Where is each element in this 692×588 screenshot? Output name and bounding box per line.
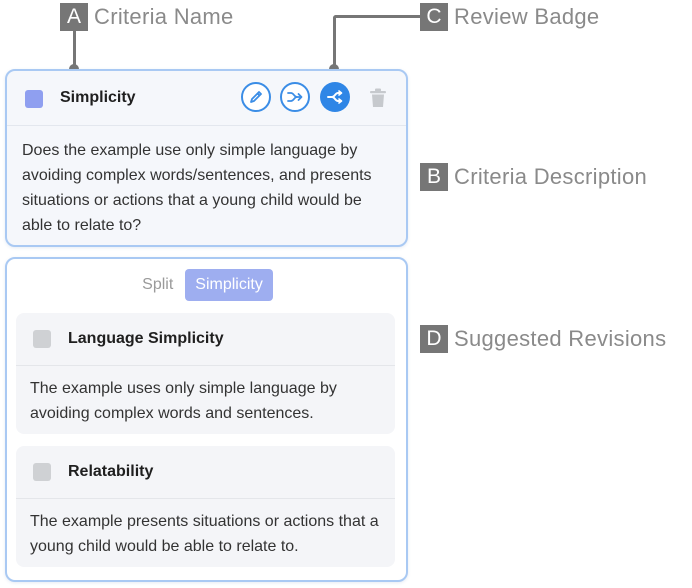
suggestion-header: Relatability [16, 446, 395, 499]
callout-text: Criteria Name [94, 4, 234, 29]
suggestion-card: Language Simplicity The example uses onl… [16, 313, 395, 434]
callout-letter: A [60, 3, 88, 31]
callout-letter: B [420, 163, 448, 191]
criteria-card: Simplicity Does the example use only sim… [5, 69, 408, 247]
merge-button[interactable] [280, 82, 310, 112]
merge-icon [287, 92, 303, 102]
callout-suggested-revisions: D Suggested Revisions [420, 325, 666, 353]
suggestion-title: Language Simplicity [68, 330, 224, 347]
suggestion-checkbox[interactable] [33, 330, 51, 348]
suggestion-text: The example uses only simple language by… [30, 380, 337, 422]
suggested-revisions-card: Split Simplicity Language Simplicity The… [5, 257, 408, 582]
edit-button[interactable] [241, 82, 271, 112]
revision-tabs: Split Simplicity [7, 269, 406, 301]
criteria-name: Simplicity [60, 89, 136, 106]
connector-line [333, 15, 336, 65]
callout-text: Review Badge [454, 4, 600, 29]
split-button[interactable] [320, 82, 350, 112]
criteria-description: Does the example use only simple languag… [22, 142, 372, 234]
criteria-header: Simplicity [7, 71, 406, 126]
edit-icon [250, 91, 262, 103]
connector-line [345, 15, 420, 18]
suggestion-header: Language Simplicity [16, 313, 395, 366]
callout-review-badge: C Review Badge [420, 3, 599, 31]
suggestion-checkbox[interactable] [33, 463, 51, 481]
tab-split[interactable]: Split [140, 269, 175, 301]
suggestion-card: Relatability The example presents situat… [16, 446, 395, 567]
callout-letter: D [420, 325, 448, 353]
callout-letter: C [420, 3, 448, 31]
tab-simplicity[interactable]: Simplicity [185, 269, 273, 301]
callout-text: Suggested Revisions [454, 326, 667, 351]
callout-text: Criteria Description [454, 164, 648, 189]
split-icon [327, 90, 343, 104]
trash-icon[interactable] [369, 88, 387, 108]
connector-line [73, 31, 76, 68]
suggestion-text: The example presents situations or actio… [30, 513, 379, 555]
suggestion-title: Relatability [68, 463, 154, 480]
callout-criteria-name: A Criteria Name [60, 3, 234, 31]
callout-criteria-description: B Criteria Description [420, 163, 647, 191]
criteria-color-swatch[interactable] [25, 90, 43, 108]
